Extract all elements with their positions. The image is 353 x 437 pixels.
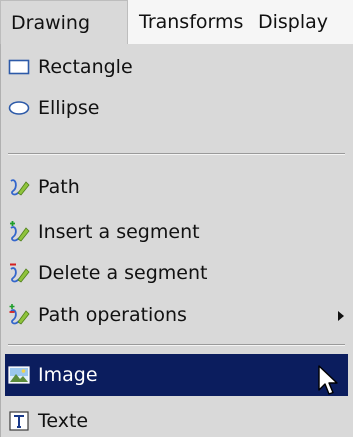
drawing-dropdown-menu: Rectangle Ellipse Path Insert a segment xyxy=(0,44,353,437)
image-icon xyxy=(8,366,30,384)
menu-item-ellipse[interactable]: Ellipse xyxy=(5,88,348,128)
menu-item-insert-segment-label: Insert a segment xyxy=(38,221,200,243)
menu-item-texte[interactable]: Texte xyxy=(5,401,348,437)
menu-item-delete-segment-label: Delete a segment xyxy=(38,262,208,284)
menu-bar: Drawing Transforms Display xyxy=(0,0,353,44)
menu-item-image[interactable]: Image xyxy=(5,354,348,396)
menu-item-insert-segment[interactable]: Insert a segment xyxy=(5,212,348,252)
ellipse-icon xyxy=(8,101,30,115)
menu-item-path-operations[interactable]: Path operations xyxy=(5,295,348,335)
menu-transforms-label: Transforms xyxy=(139,11,244,33)
rectangle-icon xyxy=(8,59,30,75)
submenu-arrow-icon xyxy=(338,311,344,321)
menu-transforms[interactable]: Transforms xyxy=(139,0,243,44)
text-icon xyxy=(9,411,29,431)
menu-item-path-operations-label: Path operations xyxy=(38,304,187,326)
menu-item-delete-segment[interactable]: Delete a segment xyxy=(5,253,348,293)
menu-display-label: Display xyxy=(258,11,329,33)
menu-drawing[interactable]: Drawing xyxy=(0,0,128,44)
menu-display[interactable]: Display xyxy=(258,0,328,44)
menu-item-ellipse-label: Ellipse xyxy=(38,97,100,119)
mouse-pointer-icon xyxy=(318,365,338,395)
menu-separator xyxy=(8,344,345,346)
path-icon xyxy=(10,179,30,196)
delete-segment-icon xyxy=(10,263,30,283)
menu-item-rectangle[interactable]: Rectangle xyxy=(5,47,348,87)
menu-drawing-label: Drawing xyxy=(11,12,91,34)
menu-separator xyxy=(8,153,345,155)
path-operations-icon xyxy=(9,304,30,325)
menu-item-path[interactable]: Path xyxy=(5,167,348,207)
menu-item-texte-label: Texte xyxy=(38,410,89,432)
menu-item-image-label: Image xyxy=(38,364,98,386)
menu-item-rectangle-label: Rectangle xyxy=(38,56,133,78)
menu-item-path-label: Path xyxy=(38,176,80,198)
insert-segment-icon xyxy=(10,221,30,242)
